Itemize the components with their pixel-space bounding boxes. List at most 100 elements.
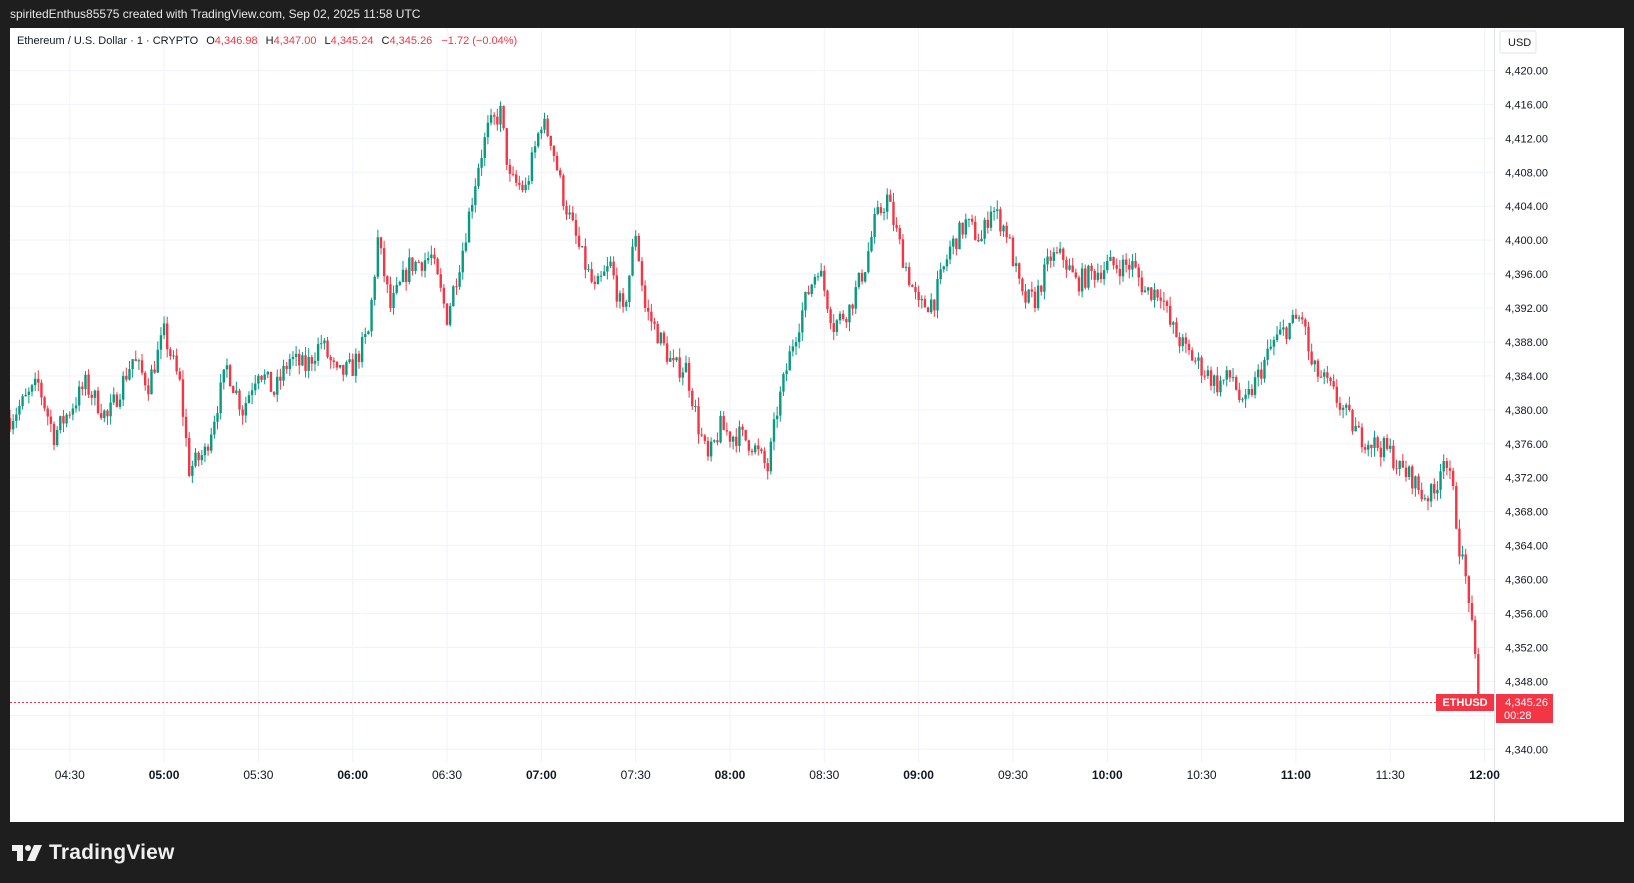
candle	[1190, 347, 1194, 361]
candle	[1256, 364, 1260, 387]
candle	[489, 108, 493, 126]
candle	[879, 202, 883, 216]
candle	[643, 280, 647, 312]
candlestick-chart[interactable]: Ethereum / U.S. Dollar · 1 · CRYPTO O4,3…	[8, 28, 1624, 822]
candle	[1231, 368, 1235, 382]
candle	[1345, 402, 1348, 416]
candle	[1288, 322, 1291, 341]
candle	[1439, 463, 1442, 499]
candle	[367, 330, 370, 335]
chart-pane[interactable]: Ethereum / U.S. Dollar · 1 · CRYPTO O4,3…	[8, 28, 1624, 822]
candle	[1351, 408, 1354, 435]
candle	[948, 240, 952, 265]
candle	[59, 415, 62, 434]
candle	[628, 275, 631, 308]
candle	[238, 388, 241, 416]
candle	[90, 391, 93, 406]
candle	[735, 428, 738, 453]
candle	[1018, 262, 1021, 285]
candle	[1197, 352, 1200, 370]
candle	[1385, 434, 1389, 451]
candle	[1376, 435, 1379, 452]
candle	[1112, 256, 1115, 270]
candle	[1074, 268, 1078, 280]
candle	[647, 299, 650, 321]
candle	[1008, 234, 1012, 239]
candle	[1106, 254, 1109, 274]
candle	[395, 276, 398, 295]
candle	[455, 278, 458, 295]
candle	[1002, 224, 1005, 237]
candle	[15, 407, 18, 428]
candle	[1323, 368, 1326, 385]
candle	[967, 218, 971, 228]
candle	[84, 370, 87, 396]
time-tick-label: 09:00	[903, 768, 934, 782]
candle	[1084, 264, 1087, 290]
candle	[128, 360, 131, 381]
price-tick-label: 4,392.00	[1505, 303, 1548, 315]
candle	[442, 284, 446, 309]
candle	[464, 233, 468, 253]
candle	[672, 349, 675, 368]
candle	[1209, 366, 1213, 391]
candle	[1417, 473, 1420, 495]
candle	[1414, 475, 1417, 497]
candle	[291, 351, 295, 366]
candle	[99, 403, 103, 421]
candle	[1043, 258, 1046, 300]
candle	[414, 260, 417, 275]
candle	[596, 273, 600, 285]
candle	[1335, 379, 1338, 408]
candle	[895, 217, 898, 232]
candle	[738, 420, 741, 453]
candle	[458, 265, 461, 290]
candle	[1011, 235, 1015, 267]
candle	[1395, 459, 1398, 475]
candle	[945, 254, 949, 272]
candle	[1184, 332, 1188, 353]
candle	[200, 449, 203, 465]
open-value: 4,346.98	[215, 35, 258, 47]
candle	[728, 430, 732, 448]
candle	[889, 189, 892, 202]
candle	[46, 405, 49, 426]
candle	[169, 347, 172, 360]
candle	[860, 269, 864, 285]
candle	[143, 370, 147, 391]
candle	[1464, 548, 1467, 584]
candle	[257, 373, 260, 390]
candle	[970, 214, 974, 225]
time-tick-label: 05:00	[149, 768, 180, 782]
tradingview-logo[interactable]: TradingView	[12, 841, 175, 865]
time-axis[interactable]	[10, 762, 1494, 822]
candle	[235, 381, 238, 395]
candle	[832, 314, 835, 341]
candle	[1373, 430, 1376, 457]
candle	[191, 460, 194, 484]
candle	[288, 353, 292, 376]
candle	[857, 272, 861, 290]
candle	[662, 330, 666, 346]
price-tick-label: 4,360.00	[1505, 575, 1548, 587]
candle	[1219, 375, 1222, 397]
candle	[147, 378, 150, 401]
candle	[659, 331, 663, 346]
price-tick-label: 4,340.00	[1505, 744, 1548, 756]
candle	[823, 265, 826, 297]
candle	[731, 435, 735, 450]
candle	[8, 409, 12, 433]
candle	[691, 388, 694, 410]
candle	[269, 371, 273, 392]
candle	[709, 437, 713, 462]
candle	[939, 262, 942, 285]
candle	[131, 359, 134, 378]
candle	[477, 163, 480, 190]
candle	[1307, 321, 1310, 361]
candle	[568, 205, 571, 220]
time-tick-label: 10:00	[1092, 768, 1123, 782]
candle	[1329, 376, 1332, 386]
candle	[1137, 263, 1140, 287]
candle	[294, 345, 298, 367]
candle	[848, 304, 851, 332]
